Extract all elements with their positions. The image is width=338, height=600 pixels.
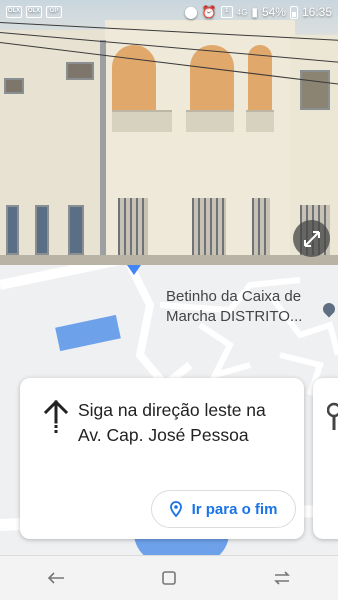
location-pin-icon	[169, 501, 182, 517]
notification-icons: OLX OLX GP	[6, 6, 62, 18]
arch	[190, 45, 234, 115]
arch	[112, 45, 156, 115]
next-direction-card[interactable]	[313, 378, 338, 539]
window-grate	[118, 198, 148, 258]
window-grate	[252, 198, 270, 260]
window	[68, 205, 84, 255]
window	[35, 205, 49, 255]
sim-badge-icon: 1	[220, 6, 233, 18]
poi-label-line1: Betinho da Caixa de	[166, 288, 302, 305]
direction-card[interactable]: Siga na direção leste na Av. Cap. José P…	[20, 378, 304, 539]
back-arrow-icon[interactable]	[36, 562, 76, 594]
door-grate	[192, 198, 226, 260]
alarm-icon: ⏰	[201, 5, 217, 19]
street-pole	[100, 40, 106, 265]
window	[4, 78, 24, 94]
location-marker	[127, 265, 141, 275]
location-icon: ⬤	[184, 5, 198, 19]
navigation-bar	[0, 555, 338, 600]
expand-arrows-icon[interactable]	[293, 220, 330, 257]
balcony	[246, 110, 274, 132]
poi-label-line2: Marcha DISTRITO...	[166, 308, 303, 325]
go-to-end-label: Ir para o fim	[191, 500, 278, 518]
signal-icon: ▮	[251, 5, 258, 19]
direction-instruction: Siga na direção leste na Av. Cap. José P…	[78, 400, 266, 445]
window	[300, 70, 330, 110]
clock: 16:35	[301, 5, 332, 19]
battery-percent: 54%	[261, 5, 286, 19]
status-bar: OLX OLX GP ⬤ ⏰ 1 4G ▮ 54% 16:35	[0, 0, 338, 24]
sidewalk	[0, 255, 338, 265]
window	[6, 205, 19, 255]
notification-icon: OLX	[26, 6, 42, 18]
battery-icon	[289, 5, 298, 19]
balcony	[112, 110, 172, 132]
straight-arrow-icon	[44, 400, 68, 433]
poi-marker-icon	[327, 402, 338, 430]
system-icons: ⬤ ⏰ 1 4G ▮ 54% 16:35	[184, 5, 332, 19]
recents-icon[interactable]	[262, 562, 302, 594]
street-view-image[interactable]	[0, 0, 338, 265]
window	[66, 62, 94, 80]
go-to-end-button[interactable]: Ir para o fim	[151, 490, 296, 528]
balcony	[186, 110, 234, 132]
notification-icon: OLX	[6, 6, 22, 18]
notification-icon: GP	[46, 6, 62, 18]
network-type: 4G	[236, 7, 248, 17]
poi-label[interactable]: Betinho da Caixa de Marcha DISTRITO...	[166, 287, 302, 327]
home-square-icon[interactable]	[149, 562, 189, 594]
